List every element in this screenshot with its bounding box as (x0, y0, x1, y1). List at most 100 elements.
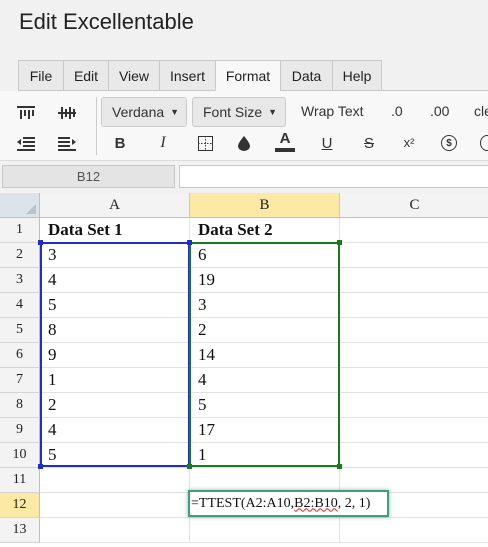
cell-editor[interactable]: =TTEST(A2:A10, B2:B10, 2, 1) (188, 490, 389, 517)
row-header[interactable]: 11 (0, 468, 40, 493)
format-toolbar: Verdana ▼ Font Size ▼ Wrap Text .0 .00 cle… (0, 91, 488, 161)
tab-file[interactable]: File (18, 60, 64, 91)
fill-color-icon[interactable] (233, 132, 255, 154)
select-all-corner[interactable] (0, 193, 40, 218)
tab-view[interactable]: View (108, 60, 160, 91)
decrease-decimal-button[interactable]: .0 (391, 103, 403, 119)
cell-c2[interactable] (340, 243, 488, 268)
cell-c6[interactable] (340, 343, 488, 368)
cell-a3[interactable]: 4 (40, 268, 190, 293)
cell-c9[interactable] (340, 418, 488, 443)
currency-glyph: $ (441, 135, 457, 151)
superscript-button[interactable]: x² (398, 131, 420, 153)
tab-help[interactable]: Help (332, 60, 382, 91)
font-size-dropdown[interactable]: Font Size ▼ (192, 97, 286, 127)
cell-c1[interactable] (340, 218, 488, 243)
cell-c8[interactable] (340, 393, 488, 418)
cell-a12[interactable] (40, 493, 190, 518)
cell-b4[interactable]: 3 (190, 293, 340, 318)
range-b-handle[interactable] (337, 464, 342, 469)
range-a-handle[interactable] (187, 240, 192, 245)
percent-icon[interactable] (476, 132, 488, 154)
text-color-glyph: A (279, 129, 291, 147)
column-header-b[interactable]: B (190, 193, 340, 218)
cell-a10[interactable]: 5 (40, 443, 190, 468)
cell-c10[interactable] (340, 443, 488, 468)
indent-decrease-icon[interactable] (15, 133, 37, 155)
row-header[interactable]: 5 (0, 318, 40, 343)
tab-data[interactable]: Data (280, 60, 333, 91)
cell-a13[interactable] (40, 518, 190, 543)
row-header[interactable]: 2 (0, 243, 40, 268)
cell-a5[interactable]: 8 (40, 318, 190, 343)
align-middle-icon[interactable] (56, 102, 78, 124)
cell-a7[interactable]: 1 (40, 368, 190, 393)
row-header[interactable]: 7 (0, 368, 40, 393)
cell-reference-box[interactable]: B12 (2, 165, 175, 188)
cell-b10[interactable]: 1 (190, 443, 340, 468)
increase-decimal-button[interactable]: .00 (430, 103, 449, 119)
cell-a9[interactable]: 4 (40, 418, 190, 443)
align-top-icon[interactable] (15, 102, 37, 124)
row-header[interactable]: 1 (0, 218, 40, 243)
cell-c13[interactable] (340, 518, 488, 543)
cell-b7[interactable]: 4 (190, 368, 340, 393)
cell-b6[interactable]: 14 (190, 343, 340, 368)
borders-icon[interactable] (194, 132, 216, 154)
range-a-handle[interactable] (38, 464, 43, 469)
cell-b13[interactable] (190, 518, 340, 543)
chevron-down-icon: ▼ (268, 107, 278, 117)
title-bar: Edit Excellentable (0, 0, 488, 56)
menu-tabs: File Edit View Insert Format Data Help (0, 60, 488, 91)
tab-edit[interactable]: Edit (63, 60, 109, 91)
row-header[interactable]: 13 (0, 518, 40, 543)
formula-input[interactable] (179, 165, 488, 188)
cell-a1[interactable]: Data Set 1 (40, 218, 190, 243)
italic-button[interactable]: I (152, 132, 174, 154)
cell-b3[interactable]: 19 (190, 268, 340, 293)
tab-insert[interactable]: Insert (159, 60, 216, 91)
range-a-handle[interactable] (38, 240, 43, 245)
cell-c7[interactable] (340, 368, 488, 393)
cell-c3[interactable] (340, 268, 488, 293)
row-header[interactable]: 12 (0, 493, 40, 518)
cell-b5[interactable]: 2 (190, 318, 340, 343)
indent-increase-icon[interactable] (56, 133, 78, 155)
row-header[interactable]: 4 (0, 293, 40, 318)
cell-c5[interactable] (340, 318, 488, 343)
row-header[interactable]: 9 (0, 418, 40, 443)
column-header-a[interactable]: A (40, 193, 190, 218)
font-family-value: Verdana (112, 104, 165, 120)
window-title: Edit Excellentable (19, 9, 194, 34)
spreadsheet-grid[interactable]: A B C 1 Data Set 1 Data Set 2 2 3 6 3 4 19 4 5 3 5 8 2… (0, 193, 488, 547)
percent-glyph (480, 135, 488, 151)
tab-format[interactable]: Format (215, 60, 281, 91)
wrap-text-button[interactable]: Wrap Text (301, 103, 364, 119)
cell-a4[interactable]: 5 (40, 293, 190, 318)
column-header-c[interactable]: C (340, 193, 488, 218)
cell-c4[interactable] (340, 293, 488, 318)
formula-suffix: , 2, 1) (337, 495, 371, 511)
row-header[interactable]: 8 (0, 393, 40, 418)
cell-a2[interactable]: 3 (40, 243, 190, 268)
cell-b8[interactable]: 5 (190, 393, 340, 418)
range-b-handle[interactable] (337, 240, 342, 245)
cell-a8[interactable]: 2 (40, 393, 190, 418)
range-b-handle[interactable] (187, 464, 192, 469)
row-header[interactable]: 6 (0, 343, 40, 368)
font-family-dropdown[interactable]: Verdana ▼ (101, 97, 187, 127)
formula-range-b: B2:B10 (294, 495, 338, 511)
underline-button[interactable]: U (316, 132, 338, 154)
clear-format-button[interactable]: cle (474, 103, 488, 119)
cell-b1[interactable]: Data Set 2 (190, 218, 340, 243)
row-header[interactable]: 10 (0, 443, 40, 468)
bold-button[interactable]: B (109, 132, 131, 154)
cell-b2[interactable]: 6 (190, 243, 340, 268)
text-color-button[interactable]: A (274, 130, 296, 152)
currency-button[interactable]: $ (438, 132, 460, 154)
cell-a6[interactable]: 9 (40, 343, 190, 368)
cell-a11[interactable] (40, 468, 190, 493)
cell-b9[interactable]: 17 (190, 418, 340, 443)
row-header[interactable]: 3 (0, 268, 40, 293)
strikethrough-button[interactable]: S (358, 132, 380, 154)
